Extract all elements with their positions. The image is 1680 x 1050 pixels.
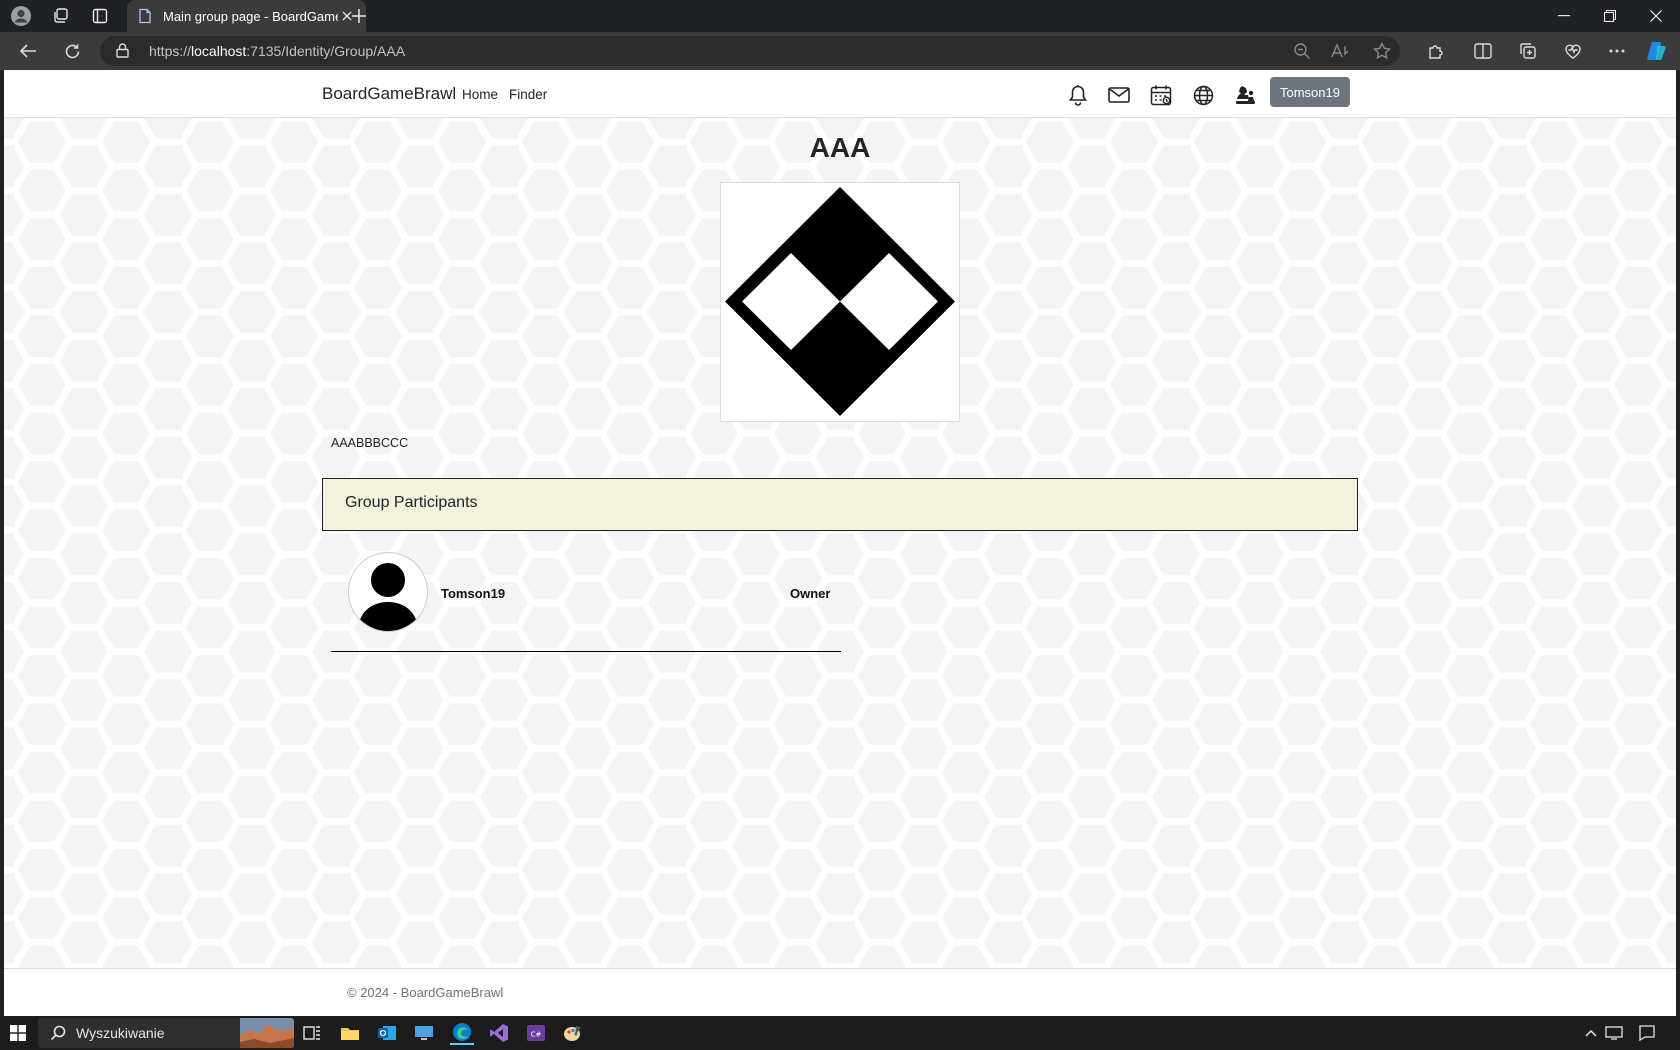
remote-desktop-icon[interactable]: [412, 1021, 436, 1045]
group-title: AAA: [809, 132, 871, 163]
nav-link-finder[interactable]: Finder: [509, 87, 547, 102]
tab-actions-icon[interactable]: [88, 4, 112, 28]
read-aloud-icon[interactable]: [1329, 39, 1353, 63]
group-logo-image: [720, 182, 960, 422]
active-tab[interactable]: Main group page - BoardGameBrawl: [127, 0, 366, 32]
csharp-app-icon[interactable]: C#: [524, 1021, 548, 1045]
participants-section-header: Group Participants: [322, 478, 1358, 531]
taskbar-search-box[interactable]: Wyszukiwanie: [38, 1018, 294, 1048]
search-icon: [50, 1025, 66, 1041]
participant-role: Owner: [790, 586, 831, 601]
site-brand-link[interactable]: BoardGameBrawl: [322, 84, 456, 104]
workspaces-icon[interactable]: [49, 4, 73, 28]
participant-name[interactable]: Tomson19: [441, 586, 505, 601]
profile-avatar-icon[interactable]: [9, 4, 33, 28]
globe-icon[interactable]: [1191, 83, 1215, 107]
user-account-button[interactable]: Tomson19: [1270, 77, 1350, 107]
edge-browser-taskbar-icon[interactable]: [450, 1021, 474, 1045]
collections-icon[interactable]: [1516, 39, 1540, 63]
paint-app-icon[interactable]: [561, 1021, 585, 1045]
url-bar[interactable]: https://localhost:7135/Identity/Group/AA…: [100, 36, 1400, 66]
tab-title: Main group page - BoardGameBrawl: [163, 8, 338, 24]
restore-window-icon[interactable]: [1587, 0, 1633, 32]
minimize-window-icon[interactable]: [1541, 0, 1587, 32]
network-icon[interactable]: [1605, 1025, 1623, 1041]
board-game-pieces-icon[interactable]: [1233, 83, 1257, 107]
browser-tab-bar: Main group page - BoardGameBrawl: [0, 0, 1680, 32]
close-window-icon[interactable]: [1633, 0, 1679, 32]
calendar-icon[interactable]: [1149, 83, 1173, 107]
participant-row: Tomson19 Owner: [331, 552, 841, 652]
lock-icon[interactable]: [116, 43, 129, 58]
notifications-bell-icon[interactable]: [1066, 83, 1090, 107]
windows-taskbar: Wyszukiwanie C#: [0, 1016, 1680, 1050]
participant-avatar: [348, 552, 428, 632]
refresh-icon[interactable]: [60, 39, 84, 63]
back-arrow-icon[interactable]: [16, 39, 40, 63]
visual-studio-icon[interactable]: [487, 1021, 511, 1045]
notifications-center-icon[interactable]: [1638, 1025, 1656, 1041]
extensions-icon[interactable]: [1424, 39, 1448, 63]
more-options-icon[interactable]: [1605, 39, 1629, 63]
nav-link-home[interactable]: Home: [462, 87, 498, 102]
new-tab-icon[interactable]: [347, 4, 371, 28]
page-viewport: BoardGameBrawl Home Finder Tomson19 AAA …: [4, 70, 1676, 1016]
zoom-out-icon[interactable]: [1290, 39, 1314, 63]
group-description: AAABBBCCC: [331, 436, 409, 450]
outlook-icon[interactable]: [375, 1021, 399, 1045]
file-explorer-icon[interactable]: [338, 1021, 362, 1045]
page-footer: © 2024 - BoardGameBrawl: [4, 968, 1676, 1016]
messages-envelope-icon[interactable]: [1107, 83, 1131, 107]
search-highlight-image: [240, 1018, 294, 1048]
favorite-star-icon[interactable]: [1370, 39, 1394, 63]
show-hidden-icons-chevron-icon[interactable]: [1582, 1025, 1600, 1041]
site-navbar: BoardGameBrawl Home Finder Tomson19: [4, 70, 1676, 118]
split-screen-icon[interactable]: [1471, 39, 1495, 63]
browser-address-bar: https://localhost:7135/Identity/Group/AA…: [0, 32, 1680, 70]
page-favicon-icon: [137, 8, 153, 24]
footer-copyright: © 2024 - BoardGameBrawl: [347, 985, 504, 1000]
user-silhouette-icon: [358, 563, 418, 631]
url-text[interactable]: https://localhost:7135/Identity/Group/AA…: [149, 43, 405, 59]
copilot-icon[interactable]: [1645, 39, 1669, 63]
browser-essentials-icon[interactable]: [1561, 39, 1585, 63]
task-view-icon[interactable]: [300, 1021, 324, 1045]
windows-start-icon[interactable]: [4, 1019, 32, 1047]
svg-text:C#: C#: [531, 1031, 542, 1039]
taskbar-search-placeholder: Wyszukiwanie: [76, 1025, 165, 1041]
participants-section-title: Group Participants: [345, 494, 478, 511]
